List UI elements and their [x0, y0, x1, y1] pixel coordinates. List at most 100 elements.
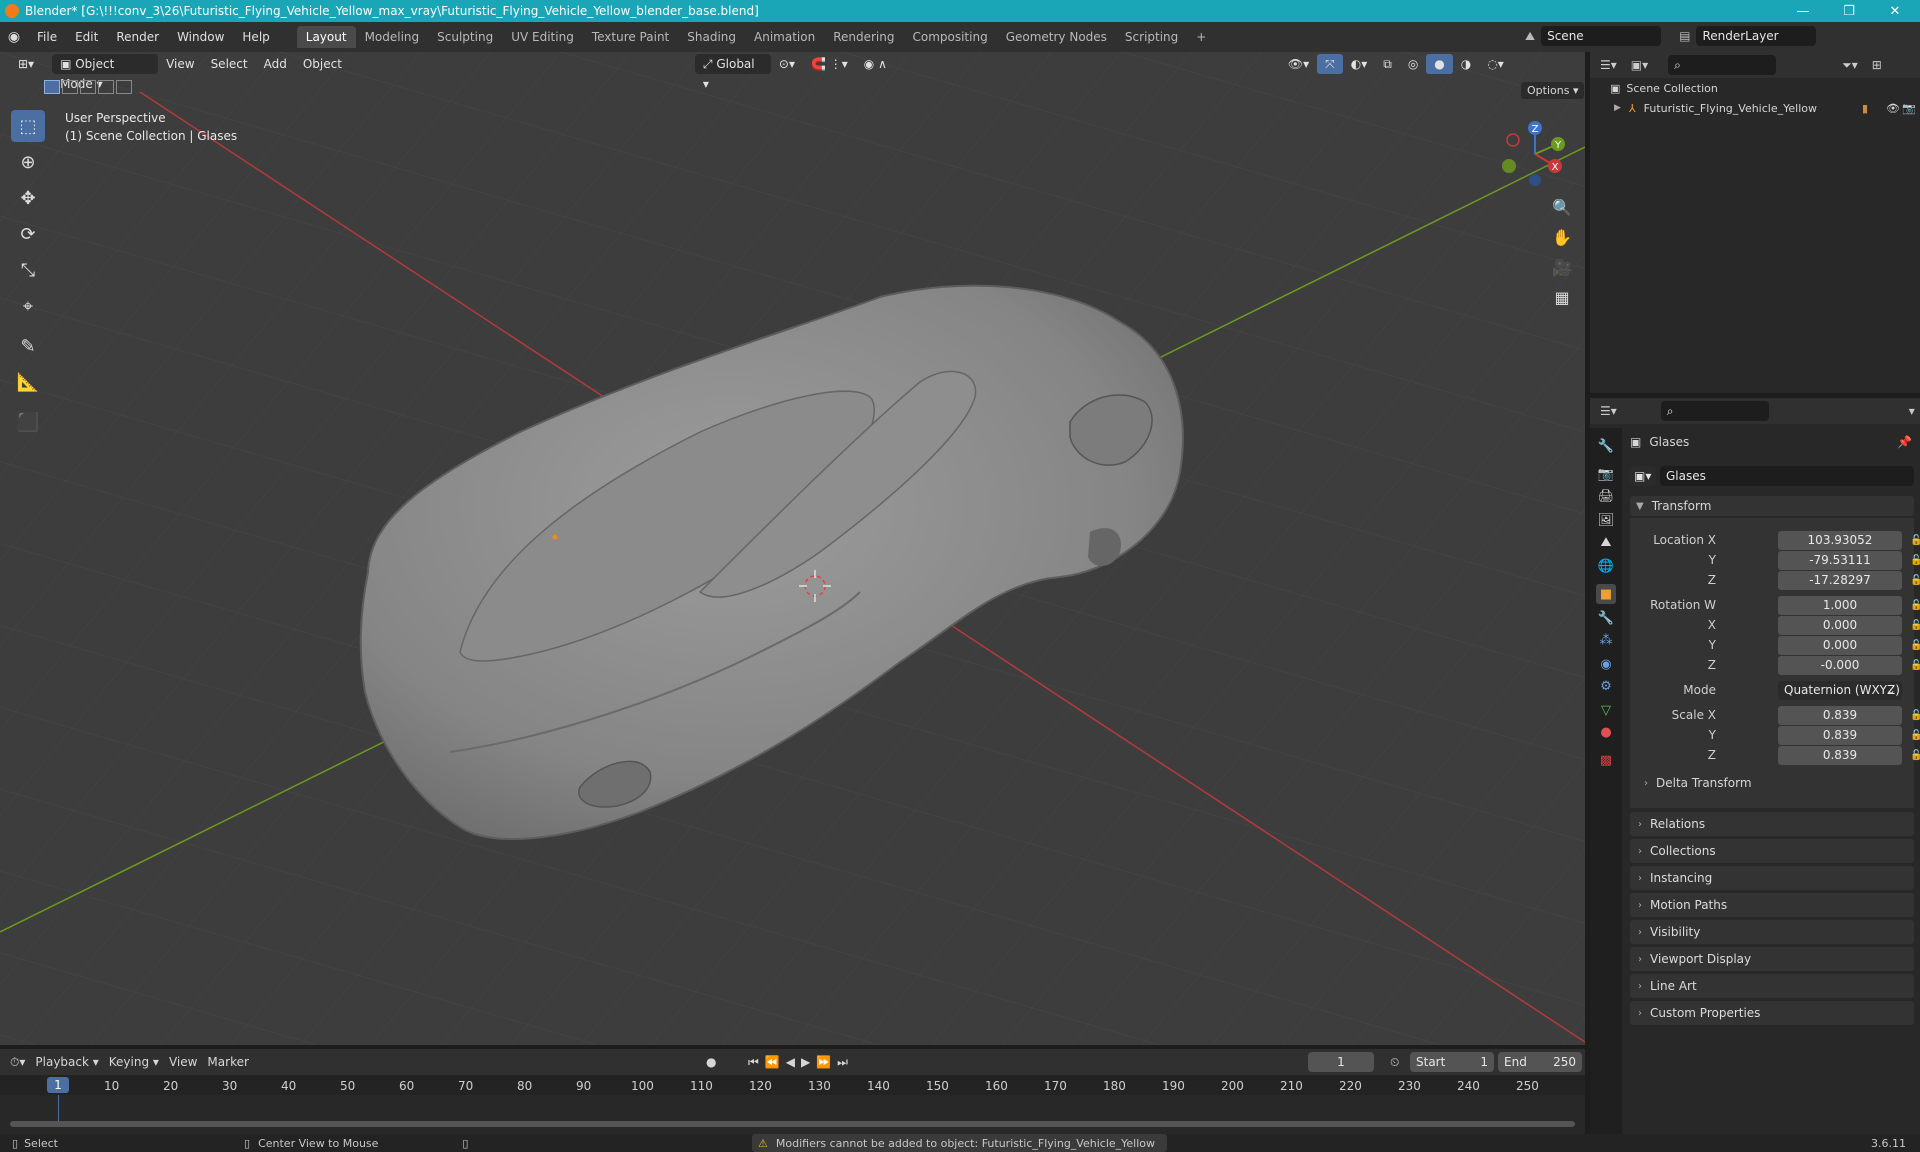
location-y-field[interactable]: -79.53111	[1778, 550, 1902, 570]
camera-view-icon[interactable]: 🎥	[1547, 254, 1577, 280]
orientation-selector[interactable]: ⤢ Global ▾	[694, 54, 771, 91]
add-cube-tool[interactable]: ⬛	[11, 406, 45, 438]
expand-arrow-icon[interactable]: ▶	[1614, 103, 1621, 113]
transform-tool[interactable]: ⌖	[11, 290, 45, 322]
pivot-icon[interactable]: ⊙▾	[771, 54, 803, 74]
lock-icon[interactable]: 🔓	[1910, 660, 1920, 671]
tab-sculpting[interactable]: Sculpting	[428, 26, 502, 48]
visibility-eye-icon[interactable]: 👁	[1886, 102, 1900, 115]
visibility-panel[interactable]: › Visibility	[1630, 920, 1914, 944]
minimize-button[interactable]: —	[1780, 0, 1826, 22]
timeline-editor-type-icon[interactable]: ⏱▾	[10, 1055, 25, 1070]
relations-panel[interactable]: › Relations	[1630, 812, 1914, 836]
tab-scripting[interactable]: Scripting	[1116, 26, 1187, 48]
material-tab-icon[interactable]: ●	[1596, 722, 1616, 742]
menu-edit[interactable]: Edit	[66, 30, 107, 44]
select-intersect-icon[interactable]	[116, 80, 132, 94]
wireframe-shading-icon[interactable]: ◎	[1400, 54, 1426, 74]
viewport-menu-add[interactable]: Add	[256, 54, 295, 74]
filter-icon[interactable]: ⏷▾	[1842, 58, 1858, 73]
texture-tab-icon[interactable]: ▩	[1596, 750, 1616, 770]
physics-tab-icon[interactable]: ◉	[1596, 654, 1616, 674]
tab-shading[interactable]: Shading	[678, 26, 745, 48]
lock-icon[interactable]: 🔓	[1910, 620, 1920, 631]
add-workspace-button[interactable]: +	[1187, 26, 1215, 48]
output-tab-icon[interactable]: 🖨	[1596, 486, 1616, 506]
close-button[interactable]: ✕	[1872, 0, 1918, 22]
tab-rendering[interactable]: Rendering	[824, 26, 903, 48]
zoom-icon[interactable]: 🔍	[1547, 194, 1577, 220]
gizmo-toggle-icon[interactable]: ⤧	[1317, 54, 1343, 74]
options-dropdown[interactable]: Options ▾	[1521, 82, 1585, 99]
line-art-panel[interactable]: › Line Art	[1630, 974, 1914, 998]
timeline-view-menu[interactable]: View	[169, 1055, 197, 1069]
rotation-z-field[interactable]: -0.000	[1778, 655, 1902, 675]
editor-type-icon[interactable]: ⊞▾	[10, 54, 42, 74]
world-tab-icon[interactable]: 🌐	[1596, 556, 1616, 576]
timeline-ruler[interactable]: 1 10 20 30 40 50 60 70 80 90 100 110 120…	[0, 1075, 1585, 1095]
render-layer-selector[interactable]: RenderLayer	[1696, 26, 1817, 46]
viewport-menu-select[interactable]: Select	[203, 54, 256, 74]
rotation-x-field[interactable]: 0.000	[1778, 615, 1902, 635]
scale-x-field[interactable]: 0.839	[1778, 705, 1902, 725]
scene-tab-icon[interactable]: ⛰	[1596, 532, 1616, 552]
select-subtract-icon[interactable]	[80, 80, 96, 94]
material-shading-icon[interactable]: ◑	[1453, 54, 1479, 74]
outliner-search-input[interactable]: ⌕	[1668, 55, 1777, 75]
render-tab-icon[interactable]: 📷	[1596, 464, 1616, 484]
annotate-tool[interactable]: ✎	[11, 330, 45, 362]
scale-y-field[interactable]: 0.839	[1778, 725, 1902, 745]
object-name-field[interactable]: Glases	[1660, 466, 1914, 486]
scale-tool[interactable]: ⤡	[11, 254, 45, 286]
rotation-y-field[interactable]: 0.000	[1778, 635, 1902, 655]
select-extend-icon[interactable]	[62, 80, 78, 94]
lock-icon[interactable]: 🔓	[1910, 535, 1920, 546]
cursor-tool[interactable]: ⊕	[11, 146, 45, 178]
menu-window[interactable]: Window	[168, 30, 233, 44]
pan-hand-icon[interactable]: ✋	[1547, 224, 1577, 250]
tab-modeling[interactable]: Modeling	[356, 26, 429, 48]
rotation-mode-dropdown[interactable]: Quaternion (WXYZ) ⌄	[1778, 680, 1902, 700]
object-browse-icon[interactable]: ▣▾	[1630, 466, 1656, 486]
playback-menu[interactable]: Playback ▾	[35, 1055, 98, 1069]
viewport-display-panel[interactable]: › Viewport Display	[1630, 947, 1914, 971]
select-box-tool[interactable]: ⬚	[11, 110, 45, 142]
view-layer-tab-icon[interactable]: 🖼	[1596, 510, 1616, 530]
menu-render[interactable]: Render	[107, 30, 168, 44]
lock-icon[interactable]: 🔓	[1910, 575, 1920, 586]
tool-tab-icon[interactable]: 🔧	[1596, 436, 1616, 456]
select-invert-icon[interactable]	[98, 80, 114, 94]
record-keyframe-icon[interactable]: ●	[706, 1055, 716, 1069]
lock-icon[interactable]: 🔓	[1910, 750, 1920, 761]
data-tab-icon[interactable]: ▽	[1596, 700, 1616, 720]
tab-texture-paint[interactable]: Texture Paint	[583, 26, 678, 48]
lock-icon[interactable]: 🔓	[1910, 730, 1920, 741]
lock-icon[interactable]: 🔓	[1910, 555, 1920, 566]
tab-layout[interactable]: Layout	[296, 26, 356, 48]
instancing-panel[interactable]: › Instancing	[1630, 866, 1914, 890]
render-camera-icon[interactable]: 📷	[1902, 102, 1916, 115]
snap-icon[interactable]: 🧲 ⋮▾	[803, 54, 856, 74]
outliner-editor-type-icon[interactable]: ☰▾	[1600, 58, 1617, 72]
proportional-edit-icon[interactable]: ◉ ∧	[856, 54, 895, 74]
location-z-field[interactable]: -17.28297	[1778, 570, 1902, 590]
object-tab-icon[interactable]: ■	[1596, 584, 1616, 604]
scene-selector[interactable]: Scene	[1541, 26, 1662, 46]
transform-panel-header[interactable]: ▼ Transform	[1630, 496, 1914, 516]
properties-search-input[interactable]: ⌕	[1660, 401, 1769, 421]
collections-panel[interactable]: › Collections	[1630, 839, 1914, 863]
outliner-item[interactable]: ▶ ⅄ Futuristic_Flying_Vehicle_Yellow ▮ 👁…	[1614, 98, 1916, 118]
overlay-toggle-icon[interactable]: ◐▾	[1343, 54, 1376, 74]
scene-collection-row[interactable]: ▣ Scene Collection	[1610, 78, 1718, 98]
stopwatch-icon[interactable]: ⏲	[1390, 1055, 1399, 1070]
perspective-toggle-icon[interactable]: ▦	[1547, 284, 1577, 310]
rotation-w-field[interactable]: 1.000	[1778, 595, 1902, 615]
mode-selector[interactable]: ▣ Object Mode ▾	[52, 54, 159, 91]
scale-z-field[interactable]: 0.839	[1778, 745, 1902, 765]
keying-menu[interactable]: Keying ▾	[109, 1055, 159, 1069]
location-x-field[interactable]: 103.93052	[1778, 530, 1902, 550]
start-frame-field[interactable]: Start 1	[1410, 1052, 1494, 1072]
modifier-tab-icon[interactable]: 🔧	[1596, 608, 1616, 628]
xray-icon[interactable]: ⧉	[1375, 54, 1400, 74]
delta-transform-subpanel[interactable]: › Delta Transform	[1644, 773, 1904, 793]
